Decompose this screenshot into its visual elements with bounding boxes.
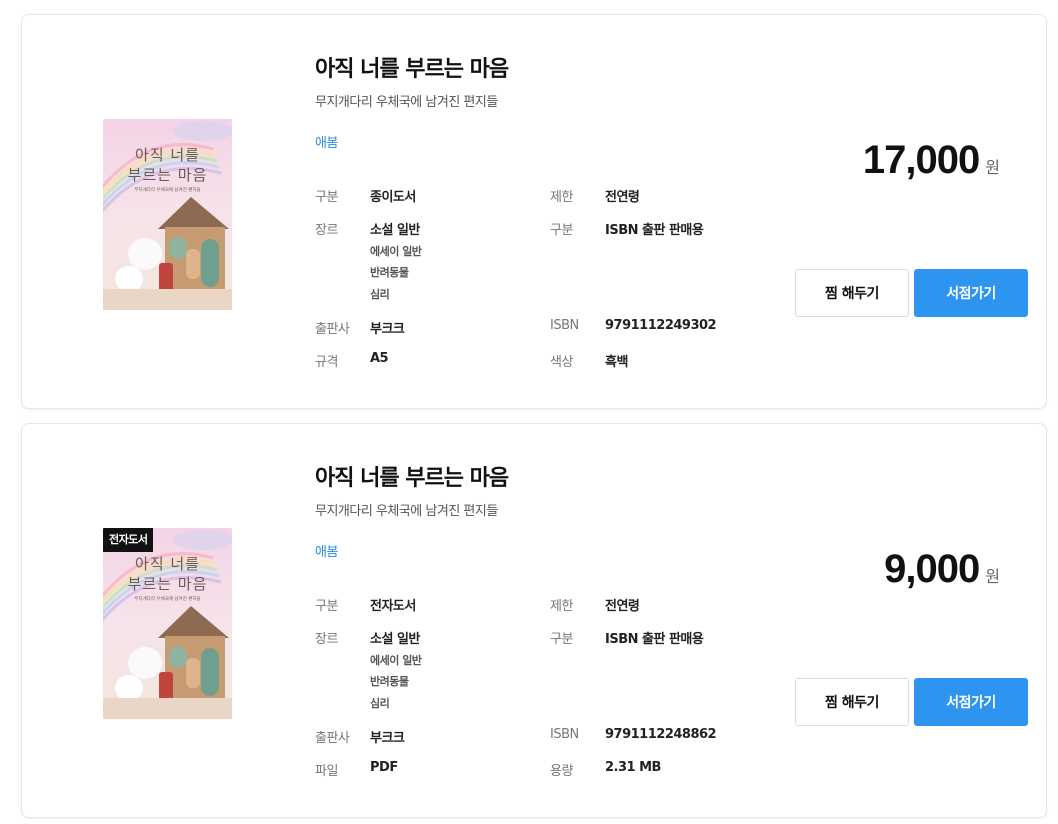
cover-title-text: 아직 너를 부르는 마음 bbox=[127, 555, 208, 593]
spec-publisher-label: 출판사 bbox=[315, 322, 350, 337]
cover-subtitle-text: 무지개다리 우체국에 남겨진 편지들 bbox=[134, 597, 201, 602]
book-title[interactable]: 아직 너를 부르는 마음 bbox=[315, 460, 509, 492]
spec-genre-sub: 반려동물 bbox=[370, 266, 409, 279]
spec-type-value: 종이도서 bbox=[370, 190, 416, 205]
book-subtitle: 무지개다리 우체국에 남겨진 편지들 bbox=[315, 95, 498, 110]
wishlist-button[interactable]: 찜 해두기 bbox=[795, 678, 909, 726]
go-to-store-button[interactable]: 서점가기 bbox=[914, 269, 1028, 317]
spec-genre-sub: 에세이 일반 bbox=[370, 245, 422, 258]
go-to-store-button[interactable]: 서점가기 bbox=[914, 678, 1028, 726]
spec-genre-sub: 에세이 일반 bbox=[370, 654, 422, 667]
spec-size-value: A5 bbox=[370, 351, 389, 366]
spec-age-label: 제한 bbox=[550, 599, 573, 614]
book-subtitle: 무지개다리 우체국에 남겨진 편지들 bbox=[315, 504, 498, 519]
spec-type-value: 전자도서 bbox=[370, 599, 416, 614]
spec-genre-label: 장르 bbox=[315, 223, 338, 238]
spec-isbn-label: ISBN bbox=[550, 727, 579, 742]
spec-dist-label: 구분 bbox=[550, 223, 573, 238]
spec-publisher-label: 출판사 bbox=[315, 731, 350, 746]
book-cover-image[interactable]: 아직 너를 부르는 마음 무지개다리 우체국에 남겨진 편지들 전자도서 bbox=[103, 528, 232, 719]
price: 17,000 원 bbox=[863, 138, 1000, 183]
spec-isbn-value: 9791112248862 bbox=[605, 727, 717, 742]
spec-filesize-label: 용량 bbox=[550, 764, 573, 779]
cover-subtitle-text: 무지개다리 우체국에 남겨진 편지들 bbox=[134, 188, 201, 193]
spec-filesize-value: 2.31 MB bbox=[605, 760, 661, 775]
spec-genre-sub: 심리 bbox=[370, 697, 390, 710]
wishlist-button[interactable]: 찜 해두기 bbox=[795, 269, 909, 317]
spec-isbn-value: 9791112249302 bbox=[605, 318, 717, 333]
spec-file-value: PDF bbox=[370, 760, 398, 775]
book-cover-image[interactable]: 아직 너를 부르는 마음 무지개다리 우체국에 남겨진 편지들 bbox=[103, 119, 232, 310]
spec-age-value: 전연령 bbox=[605, 190, 640, 205]
book-card: 아직 너를 부르는 마음 무지개다리 우체국에 남겨진 편지들 전자도서 아직 … bbox=[21, 423, 1047, 818]
author-link[interactable]: 애봄 bbox=[315, 132, 338, 151]
ebook-badge: 전자도서 bbox=[103, 528, 154, 552]
spec-dist-value: ISBN 출판 판매용 bbox=[605, 223, 704, 238]
spec-isbn-label: ISBN bbox=[550, 318, 579, 333]
book-card: 아직 너를 부르는 마음 무지개다리 우체국에 남겨진 편지들 아직 너를 부르… bbox=[21, 14, 1047, 409]
spec-type-label: 구분 bbox=[315, 190, 338, 205]
spec-genre-value: 소설 일반 bbox=[370, 223, 420, 238]
price-unit: 원 bbox=[985, 158, 1000, 177]
spec-publisher-value: 부크크 bbox=[370, 322, 405, 337]
price-amount: 17,000 bbox=[862, 138, 980, 182]
spec-genre-sub: 심리 bbox=[370, 288, 390, 301]
author-link[interactable]: 애봄 bbox=[315, 541, 338, 560]
spec-file-label: 파일 bbox=[315, 764, 338, 779]
spec-color-label: 색상 bbox=[550, 355, 573, 370]
book-title[interactable]: 아직 너를 부르는 마음 bbox=[315, 51, 509, 83]
price-unit: 원 bbox=[985, 567, 1000, 586]
spec-type-label: 구분 bbox=[315, 599, 338, 614]
spec-age-value: 전연령 bbox=[605, 599, 640, 614]
spec-size-label: 규격 bbox=[315, 355, 338, 370]
spec-age-label: 제한 bbox=[550, 190, 573, 205]
spec-publisher-value: 부크크 bbox=[370, 731, 405, 746]
spec-dist-label: 구분 bbox=[550, 632, 573, 647]
spec-dist-value: ISBN 출판 판매용 bbox=[605, 632, 704, 647]
spec-genre-value: 소설 일반 bbox=[370, 632, 420, 647]
spec-color-value: 흑백 bbox=[605, 355, 628, 370]
price: 9,000 원 bbox=[884, 547, 1000, 592]
cover-title-text: 아직 너를 부르는 마음 bbox=[127, 146, 208, 184]
price-amount: 9,000 bbox=[884, 547, 980, 591]
spec-genre-label: 장르 bbox=[315, 632, 338, 647]
spec-genre-sub: 반려동물 bbox=[370, 675, 409, 688]
